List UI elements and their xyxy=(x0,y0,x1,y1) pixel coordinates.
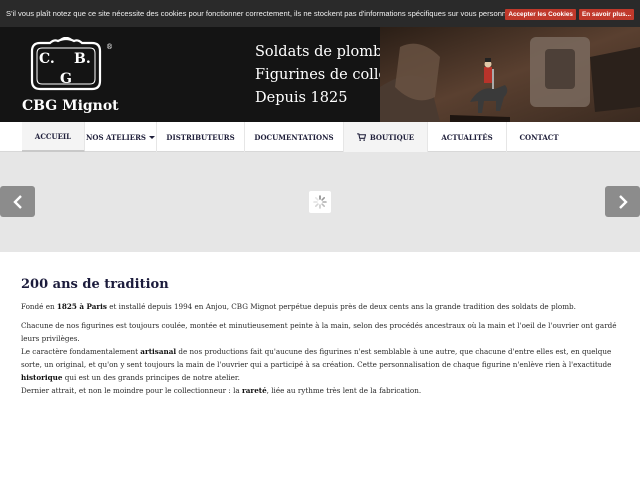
nav-item-label: Distributeurs xyxy=(166,132,235,142)
nav-item-contact[interactable]: Contact xyxy=(507,122,571,152)
chevron-right-icon xyxy=(618,194,628,209)
site-logo[interactable]: C. B. G ® CBG Mignot xyxy=(22,33,119,119)
nav-item-accueil[interactable]: Accueil xyxy=(22,122,85,152)
nav-item-label: Boutique xyxy=(369,132,415,142)
slider-next-button[interactable] xyxy=(605,186,640,217)
nav-item-documentations[interactable]: Documentations xyxy=(245,122,344,152)
logo-name: CBG Mignot xyxy=(22,98,119,114)
logo-letter-c: C. xyxy=(39,51,55,67)
image-slider xyxy=(0,152,640,252)
body-paragraph: Chacune de nos figurines est toujours co… xyxy=(21,321,617,343)
text-emphasis: historique xyxy=(21,373,63,382)
cart-icon xyxy=(356,133,366,141)
nav-item-label: Documentations xyxy=(254,132,334,142)
cookie-more-info-button[interactable]: En savoir plus... xyxy=(578,9,634,20)
logo-letter-g: G xyxy=(60,71,72,87)
spinner-icon xyxy=(313,195,327,209)
cookie-bar: S'il vous plaît notez que ce site nécess… xyxy=(0,0,640,27)
main-nav: Accueil Nos ateliers Distributeurs Docum… xyxy=(0,122,640,152)
nav-item-label: Actualités xyxy=(441,132,493,142)
text-emphasis: rareté xyxy=(241,386,267,395)
text-run: Le caractère fondamentalement xyxy=(21,347,141,356)
page-title: 200 ans de tradition xyxy=(21,277,169,292)
slider-prev-button[interactable] xyxy=(0,186,35,217)
cookie-actions: Accepter les Cookies En savoir plus... xyxy=(505,9,634,20)
nav-item-label: Accueil xyxy=(34,131,72,141)
nav-item-actualites[interactable]: Actualités xyxy=(428,122,507,152)
main-content: 200 ans de tradition Fondé en 1825 à Par… xyxy=(21,277,621,397)
cookie-message: S'il vous plaît notez que ce site nécess… xyxy=(6,9,535,18)
nav-item-distributeurs[interactable]: Distributeurs xyxy=(157,122,245,152)
text-run: , liée au rythme très lent de la fabrica… xyxy=(266,386,422,395)
logo-letter-b: B. xyxy=(74,51,91,67)
body-paragraph: Le caractère fondamentalement artisanal … xyxy=(21,345,621,384)
caret-down-icon xyxy=(149,135,155,139)
intro-paragraph: Fondé en 1825 à Paris et installé depuis… xyxy=(21,300,621,313)
text-run: qui est un des grands principes de notre… xyxy=(62,373,240,382)
registered-mark-icon: ® xyxy=(106,43,113,51)
accept-cookies-button[interactable]: Accepter les Cookies xyxy=(505,9,576,20)
nav-item-label: Nos ateliers xyxy=(86,132,146,142)
slider-loader xyxy=(309,191,331,213)
site-header: C. B. G ® CBG Mignot Soldats de plomb, F… xyxy=(0,27,640,122)
nav-item-boutique[interactable]: Boutique xyxy=(344,122,428,152)
body-paragraph: Dernier attrait, et non le moindre pour … xyxy=(21,384,621,397)
text-run: Dernier attrait, et non le moindre pour … xyxy=(21,386,242,395)
nav-item-nos-ateliers[interactable]: Nos ateliers xyxy=(85,122,157,152)
chevron-left-icon xyxy=(12,194,22,209)
text-run: Fondé en xyxy=(21,302,57,311)
text-emphasis: artisanal xyxy=(140,347,177,356)
header-photo xyxy=(380,27,640,122)
text-emphasis: 1825 à Paris xyxy=(56,302,107,311)
nav-item-label: Contact xyxy=(519,132,559,142)
text-run: et installé depuis 1994 en Anjou, CBG Mi… xyxy=(106,302,576,311)
